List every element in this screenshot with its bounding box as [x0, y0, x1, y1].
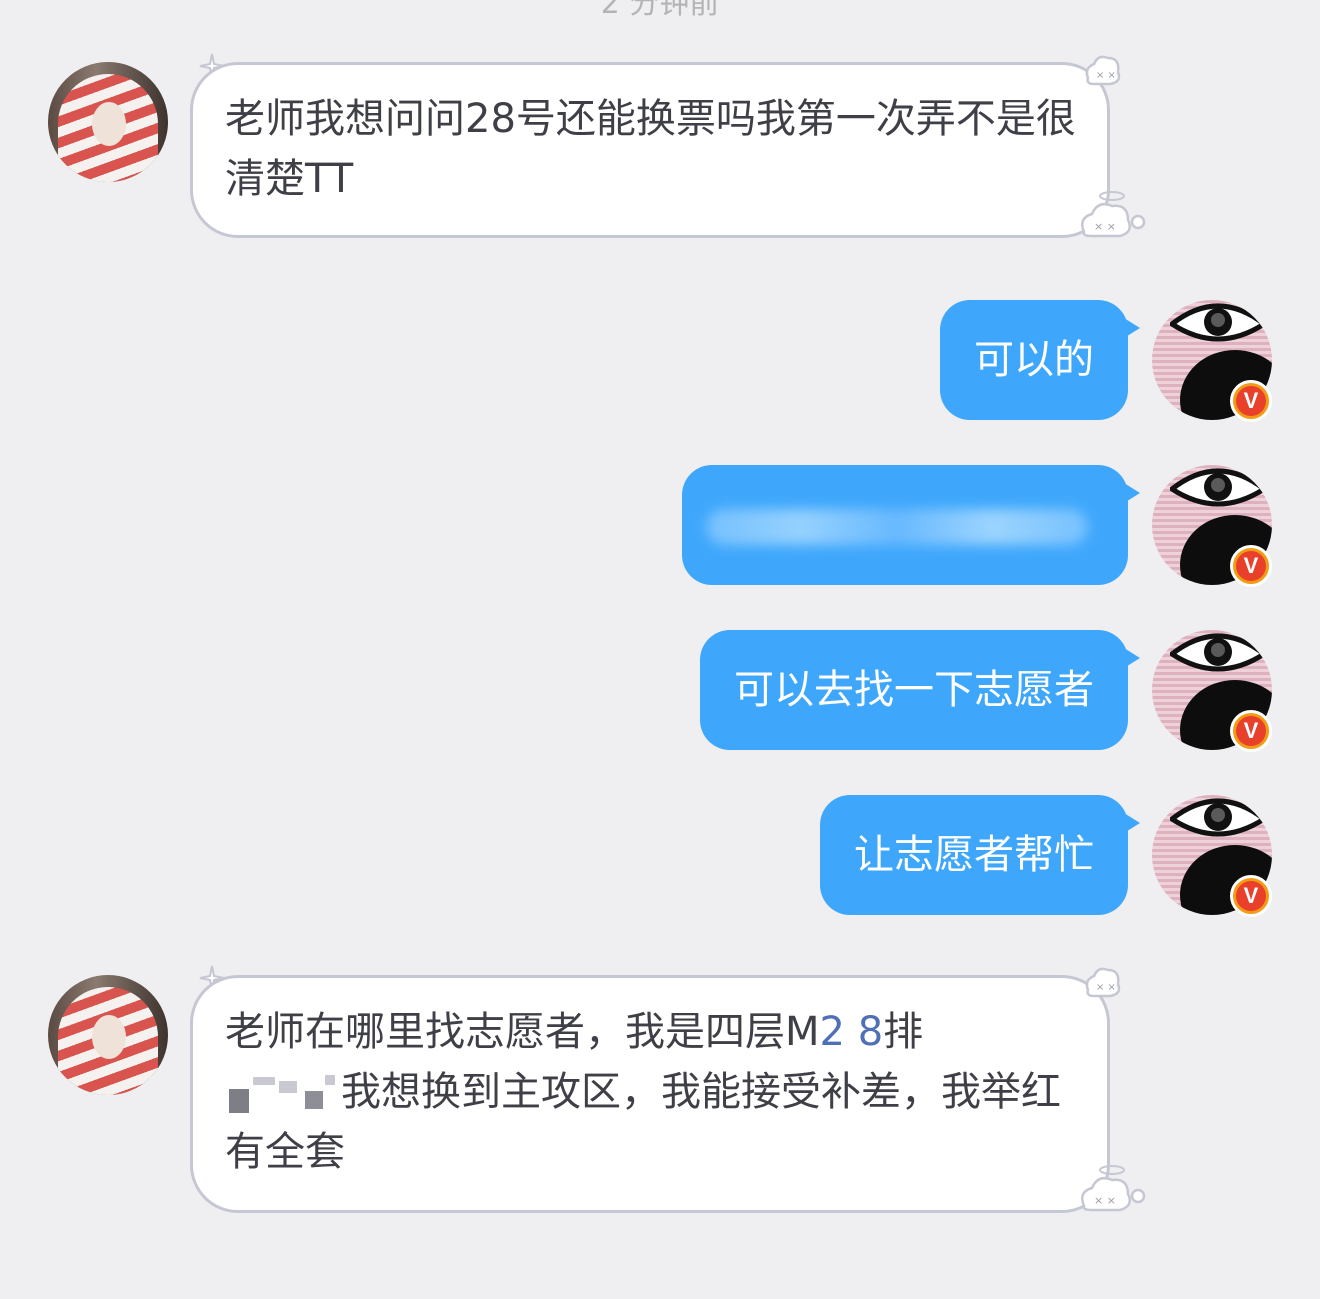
seat-number: 8	[857, 1009, 884, 1055]
cloud-sticker-icon: × ×	[1085, 55, 1121, 86]
svg-text:× ×: × ×	[1094, 220, 1116, 233]
message-bubble-outgoing[interactable]: 可以的	[940, 300, 1140, 420]
message-text: 排	[883, 1009, 924, 1055]
verified-badge: V	[1230, 710, 1272, 752]
cloud-sticker-icon: × ×	[1085, 967, 1121, 998]
message-text: 让志愿者帮忙	[854, 832, 1094, 878]
message-text: 老师在哪里找志愿者，我是四层M	[225, 1009, 820, 1055]
seat-number: 2	[819, 1009, 845, 1055]
message-text: 可以去找一下志愿者	[734, 667, 1094, 713]
incoming-avatar[interactable]	[48, 62, 168, 182]
cloud-sticker-icon: × ×	[1081, 191, 1146, 238]
redacted-text	[225, 1069, 337, 1119]
cloud-sticker-icon: × ×	[1081, 1165, 1146, 1212]
message-text: 老师我想问问28号还能换票吗我第一次弄不是很清楚TT	[225, 96, 1076, 202]
chat-timestamp: 2 分钟前	[600, 0, 720, 21]
eye-icon	[1170, 300, 1266, 342]
svg-text:× ×: × ×	[1096, 982, 1116, 993]
incoming-avatar[interactable]	[48, 975, 168, 1095]
blurred-text	[706, 509, 1088, 545]
svg-text:× ×: × ×	[1096, 70, 1116, 81]
verified-badge: V	[1230, 380, 1272, 422]
message-text: 可以的	[974, 337, 1094, 383]
message-bubble-incoming[interactable]: 老师在哪里找志愿者，我是四层M2 8排 我想换到主攻区，我能接受补差，我举红有全…	[190, 975, 1110, 1213]
message-bubble-outgoing[interactable]: 可以去找一下志愿者	[700, 630, 1140, 750]
eye-icon	[1170, 465, 1266, 507]
svg-text:× ×: × ×	[1094, 1194, 1116, 1207]
verified-badge: V	[1230, 875, 1272, 917]
message-text: 我想换到主攻区，我能接受补差，我举红有全套	[225, 1069, 1061, 1175]
eye-icon	[1170, 630, 1266, 672]
message-bubble-outgoing[interactable]: 让志愿者帮忙	[820, 795, 1140, 915]
message-bubble-outgoing-blurred[interactable]	[682, 465, 1140, 585]
verified-badge: V	[1230, 545, 1272, 587]
message-bubble-incoming[interactable]: 老师我想问问28号还能换票吗我第一次弄不是很清楚TT	[190, 62, 1110, 238]
eye-icon	[1170, 795, 1266, 837]
